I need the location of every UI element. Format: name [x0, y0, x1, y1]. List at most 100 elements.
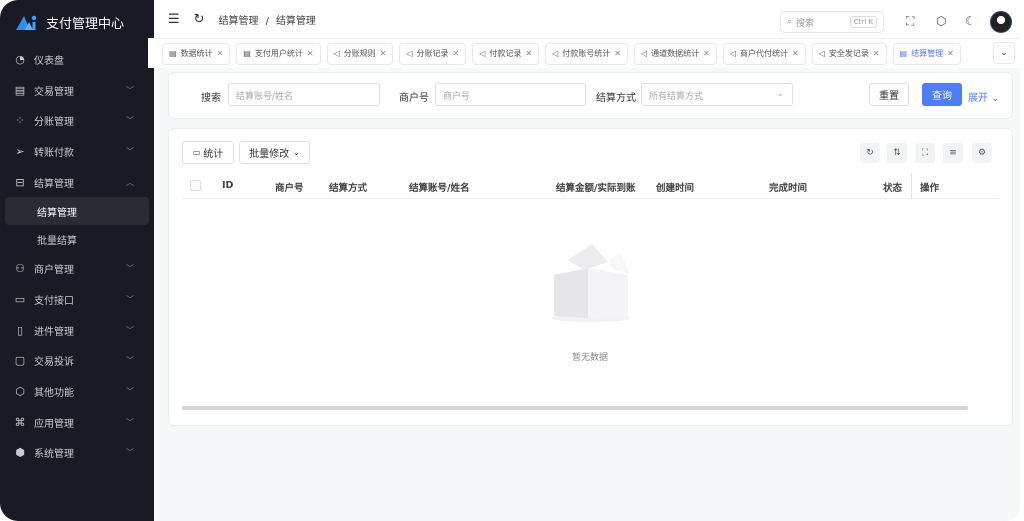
select-all-checkbox[interactable] [190, 180, 201, 191]
sidebar-item[interactable]: ⊟ 结算管理 ︿ [0, 167, 154, 198]
settings-icon[interactable]: ⬡ [936, 14, 946, 28]
refresh-table-icon[interactable]: ↻ [860, 143, 880, 163]
method-label: 结算方式 [596, 93, 636, 104]
tab[interactable]: ◁ 安全发记录 ✕ [811, 42, 887, 65]
close-icon[interactable]: ✕ [217, 49, 224, 58]
tab-icon: ◁ [640, 49, 648, 58]
stats-label: 统计 [203, 149, 224, 160]
menu-toggle-icon[interactable]: ☰ [168, 12, 180, 27]
box-icon: ⬡ [15, 385, 25, 399]
sidebar-item[interactable]: ▯ 进件管理 ﹀ [0, 315, 154, 346]
tab[interactable]: ◁ 付款记录 ✕ [472, 42, 540, 65]
tab-label: 分账记录 [416, 49, 449, 58]
column-header: 操作 [920, 183, 940, 194]
tab[interactable]: ◁ 分账记录 ✕ [399, 42, 467, 65]
method-select[interactable]: 所有结算方式 ⌄ [641, 83, 793, 106]
sidebar-item[interactable]: ➢ 转账付款 ﹀ [0, 136, 154, 167]
file-icon: ▯ [16, 323, 24, 337]
tab[interactable]: ▤ 数据统计 ✕ [162, 42, 231, 65]
tab[interactable]: ▤ 结算管理 ✕ [892, 42, 961, 65]
settings-icon: ⬢ [15, 446, 25, 460]
tab[interactable]: ◁ 通道数据统计 ✕ [633, 42, 717, 65]
sidebar-item[interactable]: ▢ 交易投诉 ﹀ [0, 346, 154, 377]
sidebar-item[interactable]: ▭ 支付接口 ﹀ [0, 284, 154, 315]
sidebar-item-label: 分账管理 [34, 117, 74, 129]
tab[interactable]: ◁ 付款账号统计 ✕ [545, 42, 628, 65]
sidebar-subitem[interactable]: 结算管理 [5, 197, 149, 226]
sidebar-subitem[interactable]: 批量结算 [5, 225, 149, 253]
user-icon: ⚇ [15, 262, 25, 276]
stats-button[interactable]: ▭ 统计 [182, 141, 234, 164]
tab-label: 支付用户统计 [254, 49, 303, 58]
chevron-down-icon: ﹀ [126, 146, 134, 156]
sidebar-item[interactable]: ◔ 仪表盘 [0, 44, 154, 75]
empty-text: 暂无数据 [571, 353, 608, 363]
horizontal-scrollbar[interactable] [182, 406, 968, 410]
tab-icon: ◁ [818, 49, 825, 58]
breadcrumb-item[interactable]: 结算管理 [219, 16, 259, 27]
sidebar-item[interactable]: ⁘ 分账管理 ﹀ [0, 105, 154, 136]
column-header: 结算金额/实际到账 [556, 183, 636, 194]
sort-icon[interactable]: ⇅ [887, 143, 907, 163]
sidebar-item[interactable]: ⬡ 其他功能 ﹀ [0, 376, 154, 407]
sidebar-item-label: 交易投诉 [34, 357, 74, 369]
search-icon: ⌕ [787, 17, 793, 27]
moon-icon[interactable]: ☾ [965, 14, 976, 28]
expand-label: 展开 [968, 93, 988, 104]
sidebar-item-label: 结算管理 [34, 178, 74, 190]
reset-button[interactable]: 重置 [869, 83, 909, 106]
close-icon[interactable]: ✕ [873, 49, 880, 58]
tab-label: 付款账号统计 [562, 49, 611, 58]
close-icon[interactable]: ✕ [792, 49, 799, 58]
fullscreen-table-icon[interactable]: ⛶ [915, 143, 935, 163]
tab-label: 分账规则 [343, 49, 376, 58]
close-icon[interactable]: ✕ [947, 49, 954, 58]
expand-button[interactable]: 展开 ⌄ [968, 89, 1000, 104]
column-header: 创建时间 [656, 183, 695, 194]
sidebar: 支付管理中心 ◔ 仪表盘 ▤ 交易管理 ﹀ ⁘ 分账管理 ﹀ ➢ 转账付款 ﹀ ⊟ 结算管理 ︿ 结算管理批… [0, 0, 154, 521]
merchant-input[interactable]: 商户号 [435, 83, 586, 106]
breadcrumb-item: 结算管理 [275, 15, 316, 27]
tab-label: 商户代付统计 [739, 49, 788, 58]
tab-icon: ◁ [729, 49, 736, 58]
fullscreen-icon[interactable]: ⛶ [906, 14, 914, 29]
tab-icon: ▤ [169, 49, 177, 58]
batch-edit-button[interactable]: 批量修改 ⌄ [239, 141, 310, 164]
avatar[interactable] [990, 11, 1012, 33]
tab-icon: ◁ [333, 49, 340, 58]
sidebar-item-label: 其他功能 [34, 388, 74, 400]
sidebar-item[interactable]: ⚇ 商户管理 ﹀ [0, 253, 154, 284]
refresh-icon[interactable]: ↻ [194, 12, 205, 27]
density-icon[interactable]: ≡ [943, 143, 963, 163]
close-icon[interactable]: ✕ [380, 49, 387, 58]
close-icon[interactable]: ✕ [525, 49, 532, 58]
document-icon: ▤ [14, 83, 26, 97]
pie-chart-icon: ◔ [15, 52, 25, 66]
breadcrumb: 结算管理 / 结算管理 [218, 15, 316, 27]
app-title: 支付管理中心 [46, 16, 125, 32]
sidebar-item[interactable]: ⬢ 系统管理 ﹀ [0, 438, 154, 469]
column-header: 结算账号/姓名 [409, 183, 470, 194]
close-icon[interactable]: ✕ [614, 49, 621, 58]
close-icon[interactable]: ✕ [453, 49, 460, 58]
tab-icon: ◁ [479, 49, 486, 58]
chevron-down-icon: ﹀ [126, 116, 134, 126]
global-search[interactable]: ⌕ 搜索 Ctrl K [780, 11, 884, 33]
tab[interactable]: ◁ 商户代付统计 ✕ [722, 42, 806, 65]
close-icon[interactable]: ✕ [703, 49, 710, 58]
search-input[interactable]: 结算账号/姓名 [228, 83, 380, 106]
column-settings-icon[interactable]: ⚙ [972, 143, 992, 163]
sidebar-item[interactable]: ⌘ 应用管理 ﹀ [0, 407, 154, 438]
tabs-more-button[interactable]: ⌄ [993, 42, 1015, 64]
column-divider [911, 173, 912, 199]
tab[interactable]: ◁ 分账规则 ✕ [326, 42, 394, 65]
sidebar-item-label: 支付接口 [34, 295, 74, 307]
close-icon[interactable]: ✕ [307, 49, 314, 58]
cart-icon: ▭ [192, 148, 201, 157]
sidebar-item[interactable]: ▤ 交易管理 ﹀ [0, 75, 154, 106]
query-button[interactable]: 查询 [922, 83, 962, 106]
merchant-label: 商户号 [399, 93, 429, 104]
column-header: ID [222, 180, 234, 191]
tab[interactable]: ▤ 支付用户统计 ✕ [236, 42, 321, 65]
empty-box-icon [551, 244, 631, 322]
